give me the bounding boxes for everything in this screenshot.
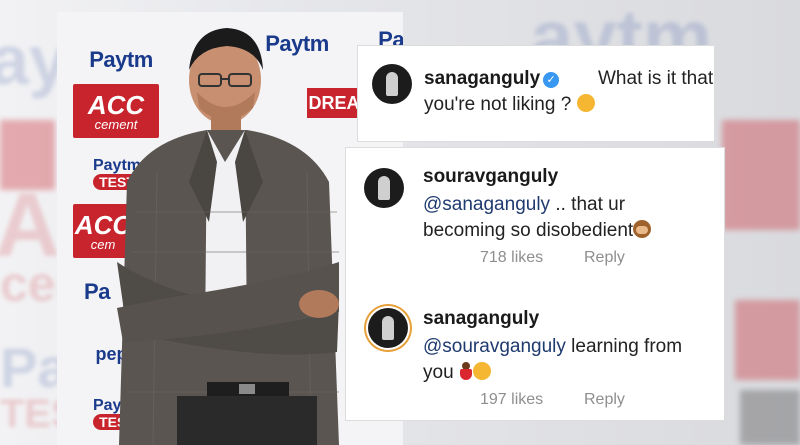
verified-badge-icon: ✓: [543, 72, 560, 88]
reply-text-line2: becoming so disobedient: [423, 218, 652, 243]
avatar[interactable]: [372, 64, 412, 104]
reply-text: @sanaganguly .. that ur: [423, 194, 626, 215]
comment-text-line2: you're not liking ?: [424, 92, 595, 117]
avatar-figure: [382, 316, 394, 340]
thinking-face-emoji-icon: [576, 94, 595, 112]
instagram-replies-card: souravganguly @sanaganguly .. that ur be…: [346, 148, 724, 420]
reply-text: @souravganguly learning from: [423, 336, 683, 357]
reply-button[interactable]: Reply: [584, 391, 625, 409]
comment-username[interactable]: sanaganguly ✓: [424, 68, 560, 90]
backdrop-dark-block: [740, 390, 800, 445]
backdrop-red-block: [0, 120, 55, 190]
mention-link[interactable]: @souravganguly: [423, 336, 566, 357]
tears-of-joy-emoji-icon: [472, 362, 491, 380]
mention-link[interactable]: @sanaganguly: [423, 194, 550, 215]
avatar-figure: [386, 72, 398, 96]
backdrop-red-block: [722, 120, 800, 230]
reply-username[interactable]: sanaganguly: [423, 308, 539, 330]
likes-count[interactable]: 718 likes: [480, 249, 543, 267]
reply-text-line2: you: [423, 360, 491, 385]
avatar-figure: [378, 176, 390, 200]
avatar[interactable]: [368, 308, 408, 348]
reply-username[interactable]: souravganguly: [423, 166, 558, 188]
reply-button[interactable]: Reply: [584, 249, 625, 267]
instagram-comment-card: sanaganguly ✓ What is it that you're not …: [358, 46, 714, 141]
see-no-evil-monkey-emoji-icon: [633, 220, 652, 238]
comment-text: What is it that: [598, 68, 714, 89]
dancer-emoji-icon: [459, 362, 473, 380]
backdrop-red-block: [735, 300, 800, 380]
likes-count[interactable]: 197 likes: [480, 391, 543, 409]
avatar[interactable]: [364, 168, 404, 208]
